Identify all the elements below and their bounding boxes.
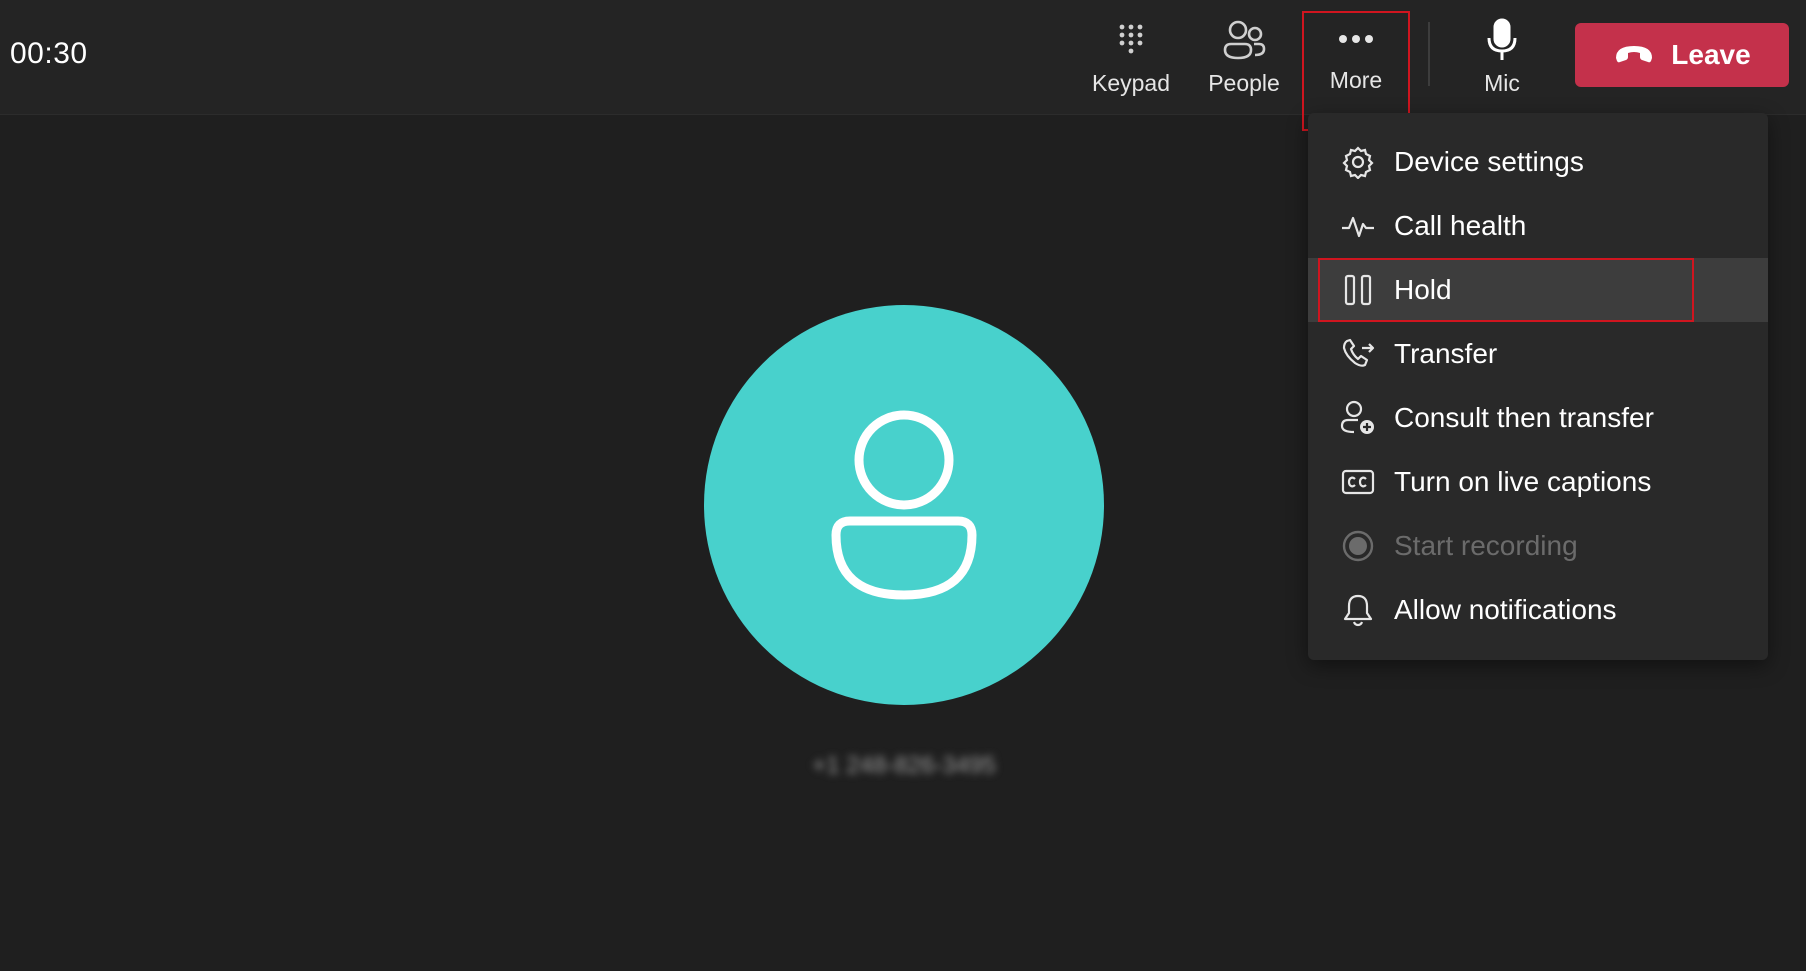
menu-item-consult-then-transfer[interactable]: Consult then transfer	[1308, 386, 1768, 450]
menu-item-device-settings[interactable]: Device settings	[1308, 130, 1768, 194]
menu-item-label: Turn on live captions	[1394, 466, 1652, 497]
menu-item-label: Device settings	[1394, 146, 1584, 177]
menu-item-start-recording[interactable]: Start recording	[1308, 514, 1768, 578]
menu-item-call-health[interactable]: Call health	[1308, 194, 1768, 258]
person-add-icon	[1340, 400, 1376, 436]
record-icon	[1340, 528, 1376, 564]
more-label: More	[1329, 67, 1383, 93]
menu-item-label: Call health	[1394, 210, 1527, 241]
menu-item-hold[interactable]: Hold	[1308, 258, 1768, 322]
mic-button[interactable]: Mic	[1462, 0, 1542, 115]
people-label: People	[1208, 70, 1280, 96]
leave-button[interactable]: Leave	[1575, 23, 1789, 87]
hang-up-icon	[1613, 39, 1655, 71]
menu-item-label: Transfer	[1394, 338, 1498, 369]
more-options-menu: Device settings Call health Hold Transfe…	[1308, 113, 1768, 660]
microphone-icon	[1485, 18, 1519, 62]
phone-transfer-icon	[1340, 336, 1376, 372]
people-button[interactable]: People	[1200, 0, 1288, 115]
gear-icon	[1340, 144, 1376, 180]
keypad-icon	[1118, 18, 1144, 62]
mic-label: Mic	[1484, 70, 1520, 96]
menu-item-label: Consult then transfer	[1394, 402, 1654, 433]
menu-item-allow-notifications[interactable]: Allow notifications	[1308, 578, 1768, 642]
menu-item-label: Hold	[1394, 274, 1452, 305]
toolbar-divider	[1428, 22, 1430, 86]
menu-item-live-captions[interactable]: Turn on live captions	[1308, 450, 1768, 514]
closed-captions-icon	[1340, 464, 1376, 500]
caller-number: +1 248-826-3495	[812, 752, 996, 779]
leave-label: Leave	[1671, 39, 1751, 70]
bell-icon	[1340, 592, 1376, 628]
menu-item-label: Allow notifications	[1394, 594, 1617, 625]
keypad-label: Keypad	[1091, 70, 1170, 96]
pause-icon	[1340, 272, 1376, 308]
pulse-icon	[1340, 208, 1376, 244]
person-icon	[831, 410, 977, 600]
menu-item-label: Start recording	[1394, 530, 1578, 561]
call-toolbar: 00:30 Keypad People More Mic Leave	[0, 0, 1806, 131]
menu-item-transfer[interactable]: Transfer	[1308, 322, 1768, 386]
call-timer: 00:30	[10, 37, 88, 70]
keypad-button[interactable]: Keypad	[1088, 0, 1174, 115]
people-icon	[1222, 18, 1266, 62]
caller-avatar	[704, 305, 1104, 705]
more-dots-icon	[1337, 17, 1375, 61]
